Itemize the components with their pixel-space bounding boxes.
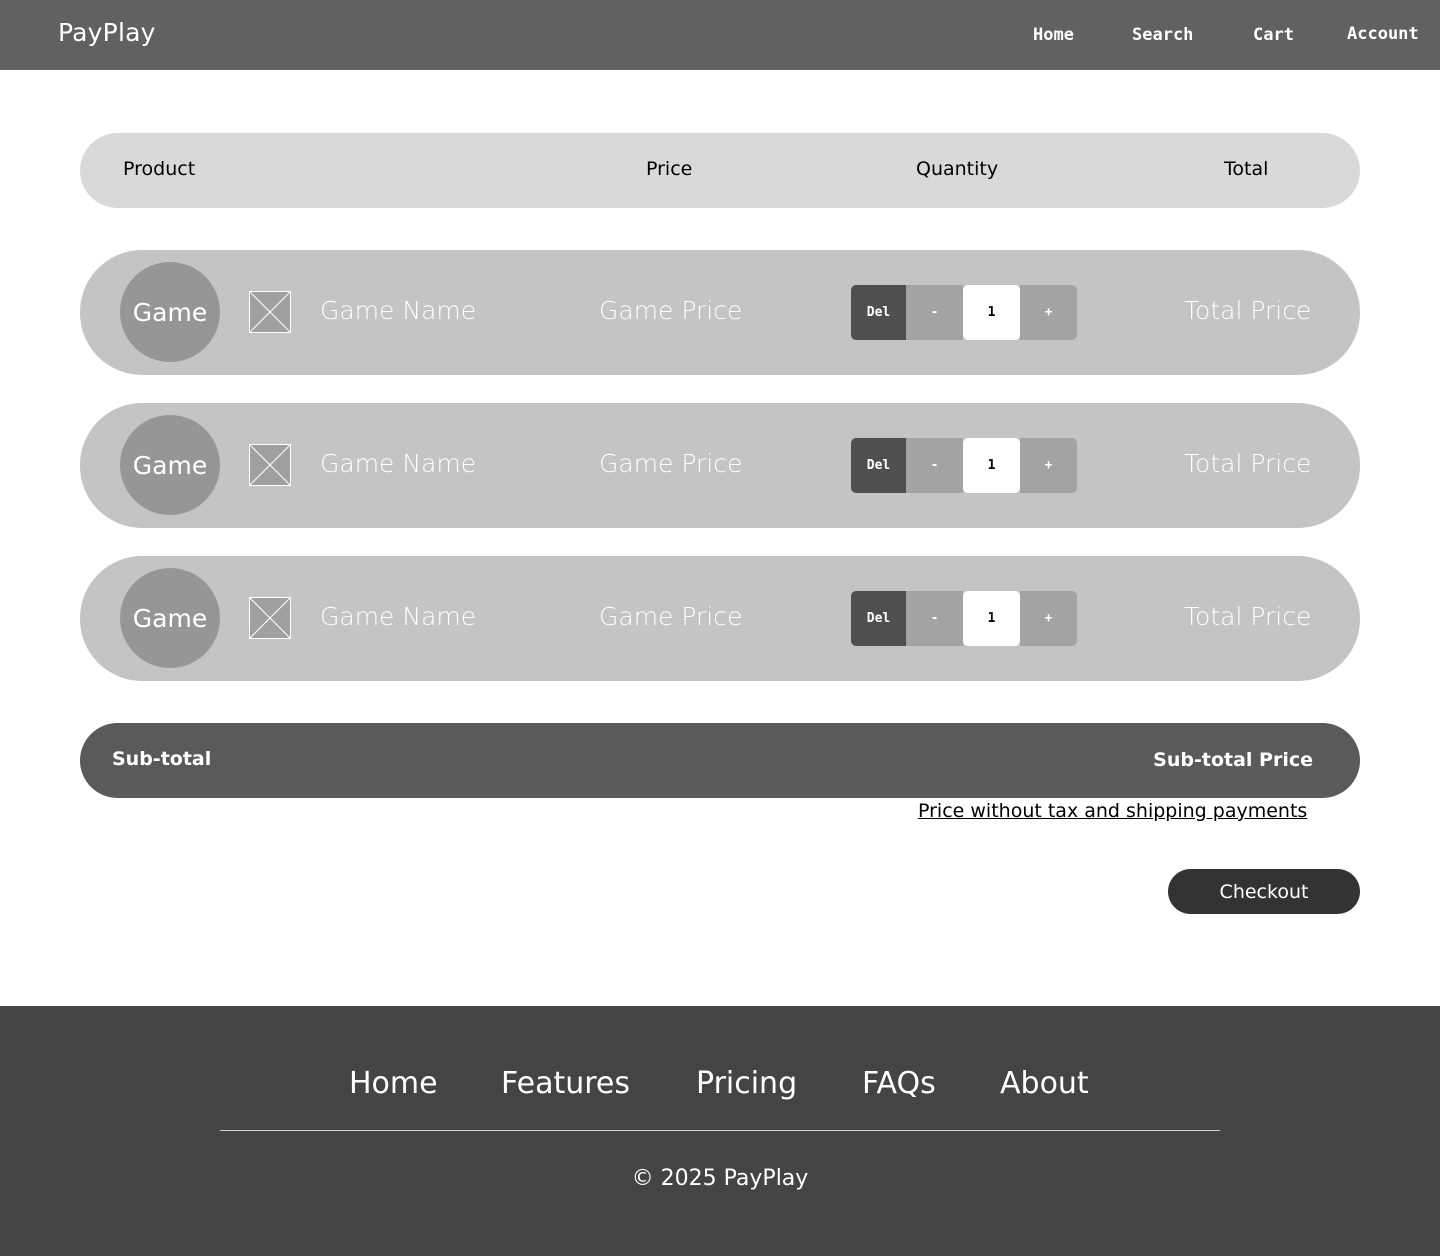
row-total-price: Total Price — [1184, 602, 1312, 631]
increment-button[interactable]: + — [1020, 285, 1077, 340]
increment-button[interactable]: + — [1020, 591, 1077, 646]
footer-faqs-link[interactable]: FAQs — [862, 1066, 936, 1101]
subtotal-bar: Sub-total Sub-total Price — [80, 723, 1360, 798]
game-name: Game Name — [320, 296, 477, 325]
increment-button[interactable]: + — [1020, 438, 1077, 493]
column-product: Product — [123, 158, 196, 180]
top-navbar: PayPlay Home Search Cart Account — [0, 0, 1440, 70]
game-avatar: Game — [120, 415, 220, 515]
cart-row: Game Game Name Game Price Del - + Total … — [80, 556, 1360, 681]
copyright: © 2025 PayPlay — [631, 1166, 809, 1191]
cart-row: Game Game Name Game Price Del - + Total … — [80, 403, 1360, 528]
footer-pricing-link[interactable]: Pricing — [696, 1066, 797, 1101]
subtotal-label: Sub-total — [112, 748, 212, 770]
game-name: Game Name — [320, 449, 477, 478]
footer-home-link[interactable]: Home — [349, 1066, 438, 1101]
quantity-input[interactable] — [963, 591, 1020, 646]
column-total: Total — [1224, 158, 1269, 180]
brand-logo[interactable]: PayPlay — [58, 18, 156, 47]
image-placeholder-icon — [249, 444, 291, 486]
nav-search-link[interactable]: Search — [1132, 25, 1193, 45]
quantity-stepper: Del - + — [851, 438, 1077, 493]
subtotal-price: Sub-total Price — [1153, 749, 1313, 771]
game-avatar: Game — [120, 568, 220, 668]
delete-button[interactable]: Del — [851, 591, 906, 646]
delete-button[interactable]: Del — [851, 438, 906, 493]
nav-cart-link[interactable]: Cart — [1253, 25, 1294, 45]
row-total-price: Total Price — [1184, 449, 1312, 478]
decrement-button[interactable]: - — [906, 438, 963, 493]
quantity-input[interactable] — [963, 285, 1020, 340]
column-price: Price — [646, 158, 693, 180]
game-price: Game Price — [599, 602, 743, 631]
nav-home-link[interactable]: Home — [1033, 25, 1074, 45]
image-placeholder-icon — [249, 291, 291, 333]
row-total-price: Total Price — [1184, 296, 1312, 325]
image-placeholder-icon — [249, 597, 291, 639]
decrement-button[interactable]: - — [906, 591, 963, 646]
game-name: Game Name — [320, 602, 477, 631]
footer-features-link[interactable]: Features — [501, 1066, 630, 1101]
price-note-link[interactable]: Price without tax and shipping payments — [918, 800, 1307, 822]
footer-about-link[interactable]: About — [1000, 1066, 1089, 1101]
footer: Home Features Pricing FAQs About © 2025 … — [0, 1006, 1440, 1256]
cart-table-header: Product Price Quantity Total — [80, 133, 1360, 208]
cart-row: Game Game Name Game Price Del - + Total … — [80, 250, 1360, 375]
game-price: Game Price — [599, 449, 743, 478]
quantity-stepper: Del - + — [851, 591, 1077, 646]
quantity-stepper: Del - + — [851, 285, 1077, 340]
quantity-input[interactable] — [963, 438, 1020, 493]
game-avatar: Game — [120, 262, 220, 362]
delete-button[interactable]: Del — [851, 285, 906, 340]
column-quantity: Quantity — [916, 158, 999, 180]
nav-account-link[interactable]: Account — [1347, 24, 1419, 44]
footer-divider — [220, 1130, 1220, 1131]
checkout-button[interactable]: Checkout — [1168, 869, 1360, 914]
game-price: Game Price — [599, 296, 743, 325]
decrement-button[interactable]: - — [906, 285, 963, 340]
